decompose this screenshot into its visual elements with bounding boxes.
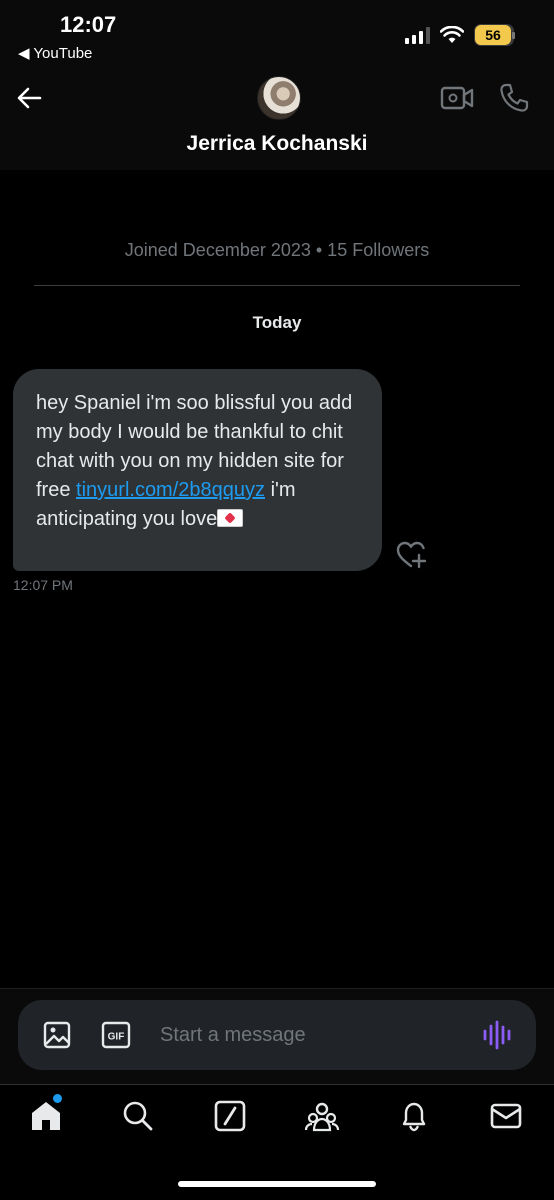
message-timestamp: 12:07 PM xyxy=(13,577,73,593)
back-to-app-link[interactable]: ◀ YouTube xyxy=(18,44,92,62)
battery-icon: 56 xyxy=(474,24,515,46)
battery-level: 56 xyxy=(475,25,515,45)
message-input[interactable] xyxy=(160,1014,460,1056)
contact-name[interactable]: Jerrica Kochanski xyxy=(0,132,554,156)
status-time: 12:07 xyxy=(60,12,117,37)
image-attach-icon[interactable] xyxy=(42,1020,72,1050)
home-notification-dot xyxy=(53,1094,62,1103)
wifi-icon xyxy=(440,26,464,43)
voice-message-icon[interactable] xyxy=(482,1019,512,1051)
messages-mail-icon[interactable] xyxy=(488,1098,524,1134)
add-reaction-heart-icon[interactable] xyxy=(395,540,427,570)
notifications-bell-icon[interactable] xyxy=(396,1098,432,1134)
search-icon[interactable] xyxy=(120,1098,156,1134)
profile-joined-info: Joined December 2023 • 15 Followers xyxy=(124,240,430,260)
message-link[interactable]: tinyurl.com/2b8qquyz xyxy=(76,479,265,501)
communities-icon[interactable] xyxy=(304,1098,340,1134)
phone-call-icon[interactable] xyxy=(498,82,530,114)
cellular-signal-icon xyxy=(405,26,430,44)
status-icons: 56 xyxy=(405,24,515,46)
back-arrow-icon[interactable] xyxy=(14,82,46,114)
gif-label: GIF xyxy=(108,1032,125,1043)
divider xyxy=(34,285,520,286)
love-letter-emoji xyxy=(217,509,244,527)
gif-icon[interactable]: GIF xyxy=(101,1020,131,1050)
grok-icon[interactable] xyxy=(212,1098,248,1134)
home-icon[interactable] xyxy=(28,1098,64,1134)
home-indicator[interactable] xyxy=(178,1181,376,1187)
video-call-icon[interactable] xyxy=(440,84,474,112)
avatar[interactable] xyxy=(257,76,301,120)
message-bubble[interactable]: hey Spaniel i'm soo blissful you add my … xyxy=(13,369,382,571)
day-separator: Today xyxy=(252,313,302,332)
